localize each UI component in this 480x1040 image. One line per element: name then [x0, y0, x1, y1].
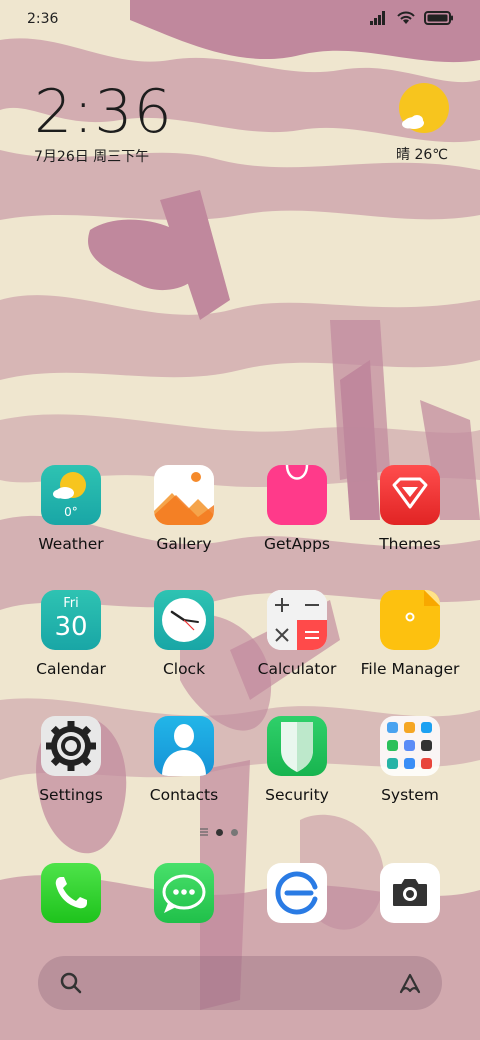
signal-icon [370, 11, 385, 25]
app-label: File Manager [360, 660, 460, 678]
dock-browser[interactable] [242, 863, 352, 923]
app-clock[interactable]: Clock [129, 590, 239, 678]
dock-camera[interactable] [355, 863, 465, 923]
contacts-icon [154, 716, 214, 776]
search-icon [60, 972, 82, 994]
app-calculator[interactable]: Calculator [242, 590, 352, 678]
app-label: Weather [38, 535, 104, 553]
themes-icon [380, 465, 440, 525]
menu-lines-icon [200, 828, 208, 836]
app-label: Contacts [149, 786, 219, 804]
phone-icon [41, 863, 101, 923]
app-system-folder[interactable]: System [355, 716, 465, 804]
gallery-icon [154, 465, 214, 525]
battery-icon [424, 11, 453, 25]
weather-condition: 晴 26℃ [396, 147, 448, 163]
sunny-cloud-icon [399, 83, 449, 133]
widget-time: 2:36 [34, 77, 173, 147]
settings-icon [41, 716, 101, 776]
weather-widget[interactable]: 晴 26℃ [382, 82, 462, 164]
getapps-icon [267, 465, 327, 525]
clock-widget[interactable]: 2:36 7月26日 周三下午 [34, 80, 173, 166]
app-settings[interactable]: Settings [16, 716, 126, 804]
status-bar: 2:36 [0, 0, 480, 40]
camera-icon [380, 863, 440, 923]
weather-icon: 0° [41, 465, 101, 525]
clock-icon [154, 590, 214, 650]
app-label: Settings [39, 786, 103, 804]
app-getapps[interactable]: GetApps [242, 465, 352, 553]
dock-phone[interactable] [16, 863, 126, 923]
app-weather[interactable]: 0° Weather [16, 465, 126, 553]
file-manager-icon [380, 590, 440, 650]
page-dot-active [216, 828, 223, 836]
browser-icon [267, 863, 327, 923]
dock-messaging[interactable] [129, 863, 239, 923]
widget-date: 7月26日 周三下午 [34, 149, 150, 165]
app-label: GetApps [264, 535, 330, 553]
status-time: 2:36 [27, 11, 59, 27]
system-folder-icon [380, 716, 440, 776]
app-label: Calendar [36, 660, 106, 678]
wifi-icon [397, 11, 415, 24]
app-security[interactable]: Security [242, 716, 352, 804]
calculator-icon [267, 590, 327, 650]
calendar-icon: Fri 30 [41, 590, 101, 650]
messaging-icon [154, 863, 214, 923]
page-indicator[interactable] [200, 828, 238, 836]
app-label: Clock [162, 660, 206, 678]
app-gallery[interactable]: Gallery [129, 465, 239, 553]
app-label: System [381, 786, 439, 804]
app-label: Calculator [257, 660, 337, 678]
security-icon [267, 716, 327, 776]
assistant-icon[interactable] [396, 970, 424, 996]
app-contacts[interactable]: Contacts [129, 716, 239, 804]
search-bar[interactable] [38, 956, 442, 1010]
page-dot [231, 828, 238, 836]
app-themes[interactable]: Themes [355, 465, 465, 553]
app-label: Themes [379, 535, 441, 553]
app-label: Security [265, 786, 329, 804]
app-calendar[interactable]: Fri 30 Calendar [16, 590, 126, 678]
app-label: Gallery [156, 535, 212, 553]
app-file-manager[interactable]: File Manager [355, 590, 465, 678]
